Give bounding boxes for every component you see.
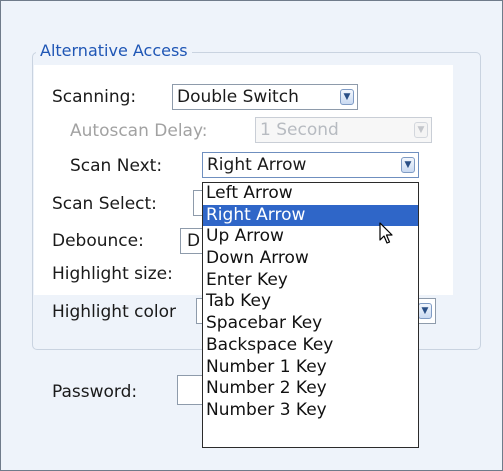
dropdown-option[interactable]: Left Arrow [203,183,418,205]
group-title: Alternative Access [36,41,192,61]
autoscan-delay-value: 1 Second [260,120,339,140]
highlight-color-label: Highlight color [52,302,177,322]
chevron-down-icon: ▼ [414,122,428,138]
dropdown-option[interactable]: Down Arrow [203,248,418,270]
scanning-label: Scanning: [52,87,137,107]
debounce-label: Debounce: [52,231,144,251]
scan-select-label: Scan Select: [52,194,157,214]
chevron-down-icon[interactable]: ▼ [418,303,432,319]
chevron-down-icon[interactable]: ▼ [340,89,354,105]
dropdown-option[interactable]: Number 2 Key [203,378,418,400]
highlight-size-label: Highlight size: [52,264,173,284]
dropdown-option[interactable]: Spacebar Key [203,313,418,335]
dropdown-option[interactable]: Backspace Key [203,335,418,357]
scanning-value: Double Switch [177,87,299,107]
mouse-pointer-icon [379,222,393,244]
password-label: Password: [52,382,138,402]
autoscan-delay-select: 1 Second ▼ [255,117,432,143]
scan-next-select[interactable]: Right Arrow ▼ [202,152,419,178]
chevron-down-icon[interactable]: ▼ [401,157,415,173]
dropdown-option[interactable]: Enter Key [203,270,418,292]
scan-next-value: Right Arrow [207,155,307,175]
dropdown-option[interactable]: Number 3 Key [203,400,418,422]
dropdown-option[interactable]: Tab Key [203,291,418,313]
autoscan-delay-label: Autoscan Delay: [70,121,208,141]
dropdown-option[interactable]: Number 1 Key [203,357,418,379]
debounce-value: D [187,231,201,251]
scan-next-label: Scan Next: [70,156,163,176]
scanning-select[interactable]: Double Switch ▼ [172,84,358,110]
